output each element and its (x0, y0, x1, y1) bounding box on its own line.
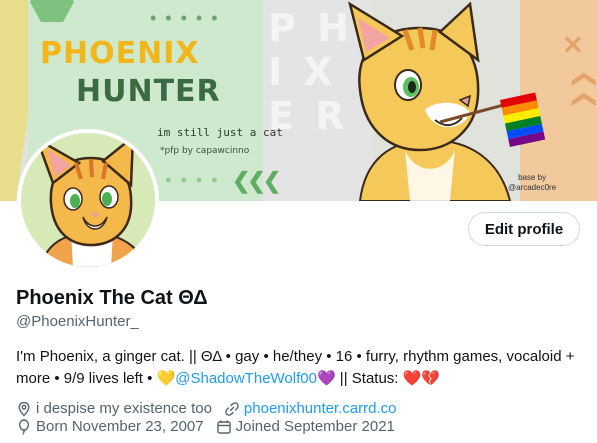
status-hearts-icon: ❤️💔 (402, 370, 440, 387)
joined-item: Joined September 2021 (216, 418, 395, 435)
location-item: i despise my existence too (16, 400, 212, 417)
chevrons-icon: ❮❮❮ (232, 168, 281, 193)
website-item[interactable]: phoenixhunter.carrd.co (224, 400, 397, 417)
user-handle: @PhoenixHunter_ (16, 313, 139, 330)
dots-decoration: ••••• (150, 170, 227, 190)
yellow-heart-icon: 💛 (156, 370, 176, 387)
profile-bio: I'm Phoenix, a ginger cat. || ΘΔ • gay •… (16, 346, 586, 390)
banner-title-line2: HUNTER (76, 74, 221, 109)
website-link[interactable]: phoenixhunter.carrd.co (244, 400, 397, 417)
location-pin-icon (18, 401, 30, 417)
base-credit-line2: @arcadec0re (508, 183, 557, 192)
balloon-icon (18, 418, 30, 435)
calendar-icon (216, 420, 231, 434)
banner-base-credit: base by @arcadec0re (508, 173, 556, 193)
profile-meta-row: Born November 23, 2007 Joined September … (16, 418, 407, 435)
x-decoration-icon: ✕ (562, 30, 584, 60)
location-text: i despise my existence too (36, 400, 212, 417)
avatar-image (21, 133, 155, 267)
banner-title-line1: PHOENIX (40, 36, 200, 71)
avatar[interactable] (17, 129, 159, 271)
birthday-text: Born November 23, 2007 (36, 418, 204, 435)
dots-decoration: ••••• (150, 8, 227, 28)
bio-mention-link[interactable]: @ShadowTheWolf00 (175, 370, 317, 387)
banner-pfp-credit: *pfp by capawcinno (160, 146, 250, 156)
cat-avatar-art (21, 133, 155, 267)
purple-heart-icon: 💜 (316, 370, 336, 387)
profile-meta-row: i despise my existence too phoenixhunter… (16, 400, 409, 417)
cat-artwork (348, 1, 546, 201)
birthday-item: Born November 23, 2007 (16, 418, 204, 435)
banner-tagline: im still just a cat (157, 126, 283, 139)
base-credit-line1: base by (518, 173, 547, 182)
chevrons-decoration-icon: ❮❮ (571, 69, 597, 110)
edit-profile-button[interactable]: Edit profile (468, 212, 580, 246)
bio-text: || Status: (335, 370, 403, 387)
joined-text: Joined September 2021 (235, 418, 395, 435)
link-icon (225, 401, 239, 416)
display-name: Phoenix The Cat ΘΔ (16, 287, 208, 309)
